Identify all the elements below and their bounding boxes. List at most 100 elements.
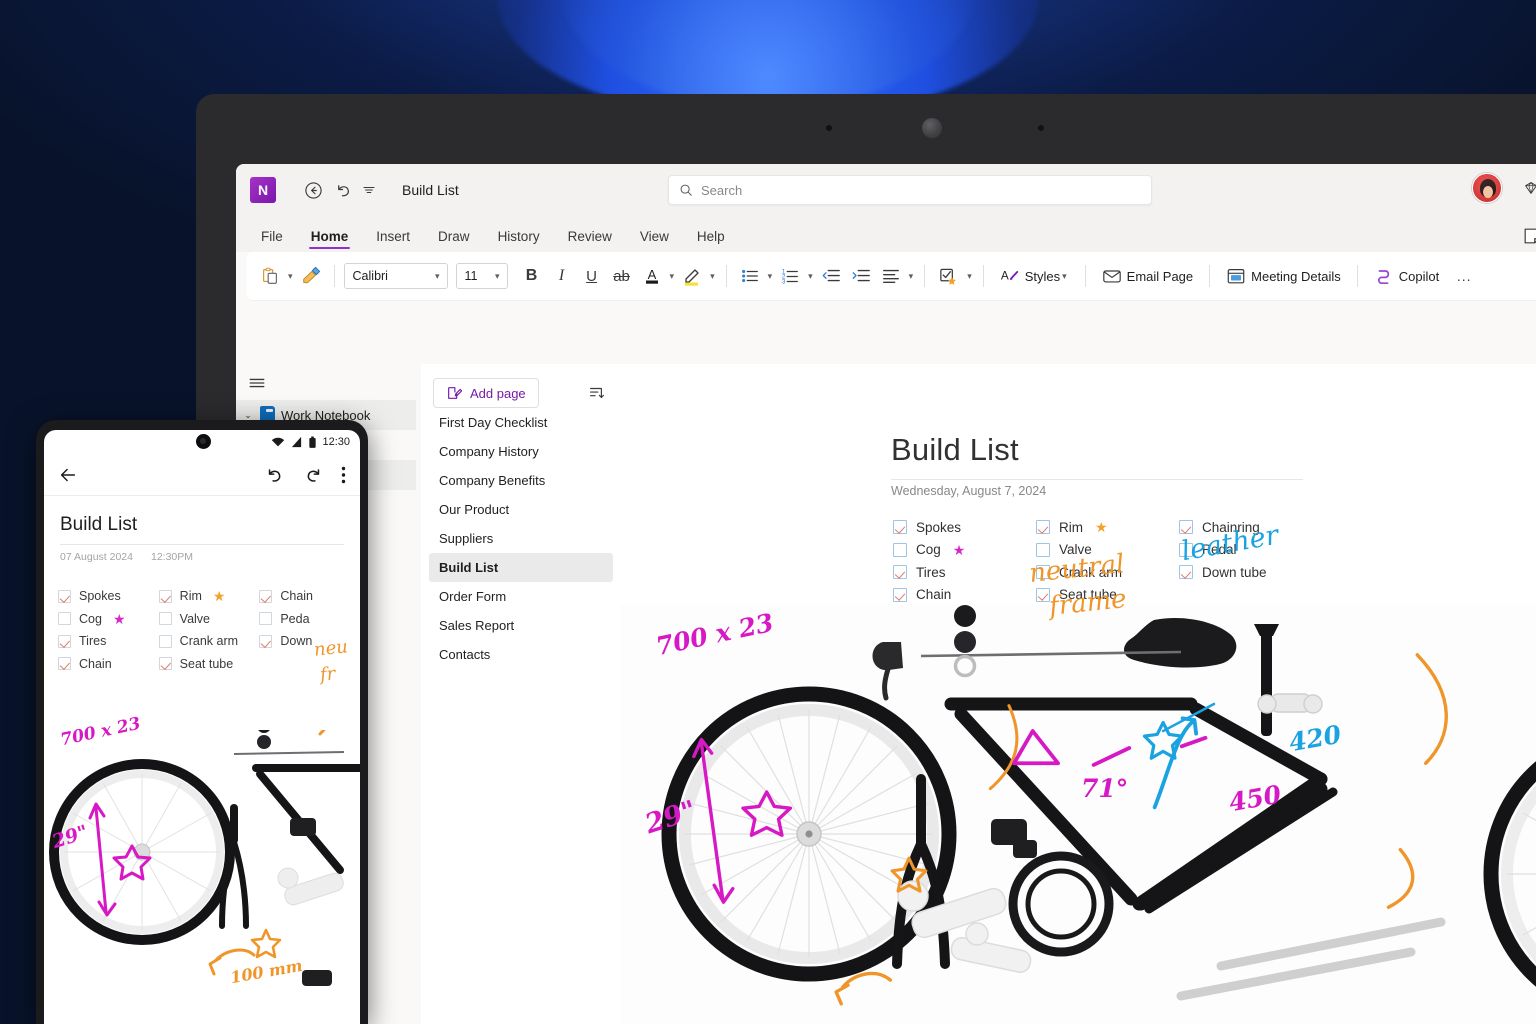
tags-button[interactable] [934, 260, 963, 292]
highlighter-button[interactable] [678, 260, 706, 292]
phone-checklist-item-rim[interactable]: Rim ★ [158, 585, 260, 608]
sticky-note-icon[interactable] [1522, 226, 1536, 248]
checklist-item-spokes[interactable]: Spokes [893, 516, 1036, 539]
checklist-item-pedal[interactable]: Pedal [1179, 539, 1322, 562]
italic-button[interactable]: I [548, 260, 576, 292]
page-item-order-form[interactable]: Order Form [429, 582, 613, 611]
search-input[interactable]: Search [668, 175, 1152, 205]
phone-checklist-item-pedal[interactable]: Peda [259, 608, 360, 631]
highlighter-caret-icon[interactable]: ▾ [708, 271, 717, 282]
tab-help[interactable]: Help [684, 224, 738, 252]
checkbox[interactable] [58, 657, 71, 671]
page-item-first-day-checklist[interactable]: First Day Checklist [429, 408, 613, 437]
tab-view[interactable]: View [627, 224, 682, 252]
decrease-indent-button[interactable] [817, 260, 845, 292]
checkbox[interactable] [893, 587, 907, 602]
checkbox[interactable] [259, 589, 273, 603]
undo-icon[interactable] [265, 465, 285, 485]
font-name-select[interactable]: Calibri ▾ [343, 263, 448, 289]
page-item-company-history[interactable]: Company History [429, 437, 613, 466]
checkbox[interactable] [1036, 565, 1050, 580]
redo-icon[interactable] [303, 465, 323, 485]
bullets-caret-icon[interactable]: ▾ [766, 271, 775, 282]
phone-checklist-item-down-tube[interactable]: Down [259, 630, 360, 653]
tab-file[interactable]: File [248, 224, 296, 252]
page-item-company-benefits[interactable]: Company Benefits [429, 466, 613, 495]
checkbox[interactable] [1179, 520, 1193, 535]
checkbox[interactable] [1036, 587, 1050, 602]
add-page-button[interactable]: Add page [433, 378, 539, 408]
phone-checklist-item-seat-tube[interactable]: Seat tube [158, 653, 260, 676]
checklist-item-chain[interactable]: Chain [893, 584, 1036, 607]
checklist-item-valve[interactable]: Valve [1036, 539, 1179, 562]
navigation-toggle-icon[interactable] [244, 370, 270, 396]
phone-checklist-item-cog[interactable]: Cog ★ [58, 608, 159, 631]
checkbox[interactable] [259, 612, 273, 626]
bold-button[interactable]: B [518, 260, 546, 292]
page-canvas[interactable]: Build List Wednesday, August 7, 2024 Spo… [621, 364, 1536, 1024]
tab-history[interactable]: History [485, 224, 553, 252]
back-arrow-icon[interactable] [58, 465, 78, 485]
page-item-suppliers[interactable]: Suppliers [429, 524, 613, 553]
numbering-button[interactable]: 123 [776, 260, 804, 292]
checklist-item-tires[interactable]: Tires [893, 561, 1036, 584]
more-vertical-icon[interactable] [341, 466, 346, 484]
align-button[interactable] [877, 260, 905, 292]
bullets-button[interactable] [736, 260, 764, 292]
tags-caret-icon[interactable]: ▾ [965, 271, 974, 282]
diamond-icon[interactable] [1516, 173, 1536, 203]
chevron-down-icon[interactable]: ⌄ [242, 410, 254, 421]
checkbox[interactable] [158, 589, 172, 603]
checkbox[interactable] [259, 634, 273, 648]
font-color-caret-icon[interactable]: ▾ [668, 271, 677, 282]
phone-checklist-item-crank-arm[interactable]: Crank arm [158, 630, 260, 653]
checkbox[interactable] [1036, 520, 1050, 535]
align-caret-icon[interactable]: ▾ [907, 271, 916, 282]
paste-dropdown-caret-icon[interactable]: ▾ [286, 271, 295, 282]
back-icon[interactable] [298, 175, 328, 205]
page-title[interactable]: Build List [891, 432, 1019, 468]
copilot-button[interactable]: Copilot [1367, 260, 1446, 292]
checkbox[interactable] [893, 565, 907, 580]
checklist-item-crank-arm[interactable]: Crank arm [1036, 561, 1179, 584]
page-item-sales-report[interactable]: Sales Report [429, 611, 613, 640]
undo-icon[interactable] [328, 175, 358, 205]
ribbon-overflow-button[interactable]: ... [1450, 260, 1478, 292]
checkbox[interactable] [58, 589, 71, 603]
phone-checklist-item-chainring[interactable]: Chain [259, 585, 360, 608]
tab-review[interactable]: Review [555, 224, 625, 252]
checklist-item-cog[interactable]: Cog ★ [893, 539, 1036, 562]
checkbox[interactable] [1179, 542, 1193, 557]
quick-access-toolbar-icon[interactable] [358, 175, 380, 205]
phone-checklist-item-tires[interactable]: Tires [58, 630, 159, 653]
checklist-item-seat-tube[interactable]: Seat tube [1036, 584, 1179, 607]
checkbox[interactable] [158, 612, 172, 626]
checkbox[interactable] [893, 542, 907, 557]
sort-icon[interactable] [585, 382, 607, 404]
tab-home[interactable]: Home [298, 224, 362, 252]
underline-button[interactable]: U [578, 260, 606, 292]
checkbox[interactable] [1179, 565, 1193, 580]
tab-draw[interactable]: Draw [425, 224, 483, 252]
increase-indent-button[interactable] [847, 260, 875, 292]
font-size-select[interactable]: 11 ▾ [455, 263, 508, 289]
phone-page-title[interactable]: Build List [44, 496, 360, 536]
font-color-button[interactable]: A [638, 260, 666, 292]
page-item-build-list[interactable]: Build List [429, 553, 613, 582]
checkbox[interactable] [158, 634, 172, 648]
checklist-item-down-tube[interactable]: Down tube [1179, 561, 1322, 584]
phone-checklist-item-spokes[interactable]: Spokes [58, 585, 159, 608]
avatar[interactable] [1472, 173, 1502, 203]
strikethrough-button[interactable]: ab [608, 260, 636, 292]
checkbox[interactable] [158, 657, 172, 671]
meeting-details-button[interactable]: Meeting Details [1219, 260, 1348, 292]
checkbox[interactable] [893, 520, 907, 535]
phone-checklist-item-valve[interactable]: Valve [158, 608, 260, 631]
page-item-contacts[interactable]: Contacts [429, 640, 613, 669]
checkbox[interactable] [1036, 542, 1050, 557]
styles-button[interactable]: A Styles ▾ [993, 260, 1076, 292]
paste-button[interactable] [256, 260, 284, 292]
checklist-item-rim[interactable]: Rim ★ [1036, 516, 1179, 539]
checkbox[interactable] [58, 612, 71, 626]
format-painter-button[interactable] [297, 260, 325, 292]
